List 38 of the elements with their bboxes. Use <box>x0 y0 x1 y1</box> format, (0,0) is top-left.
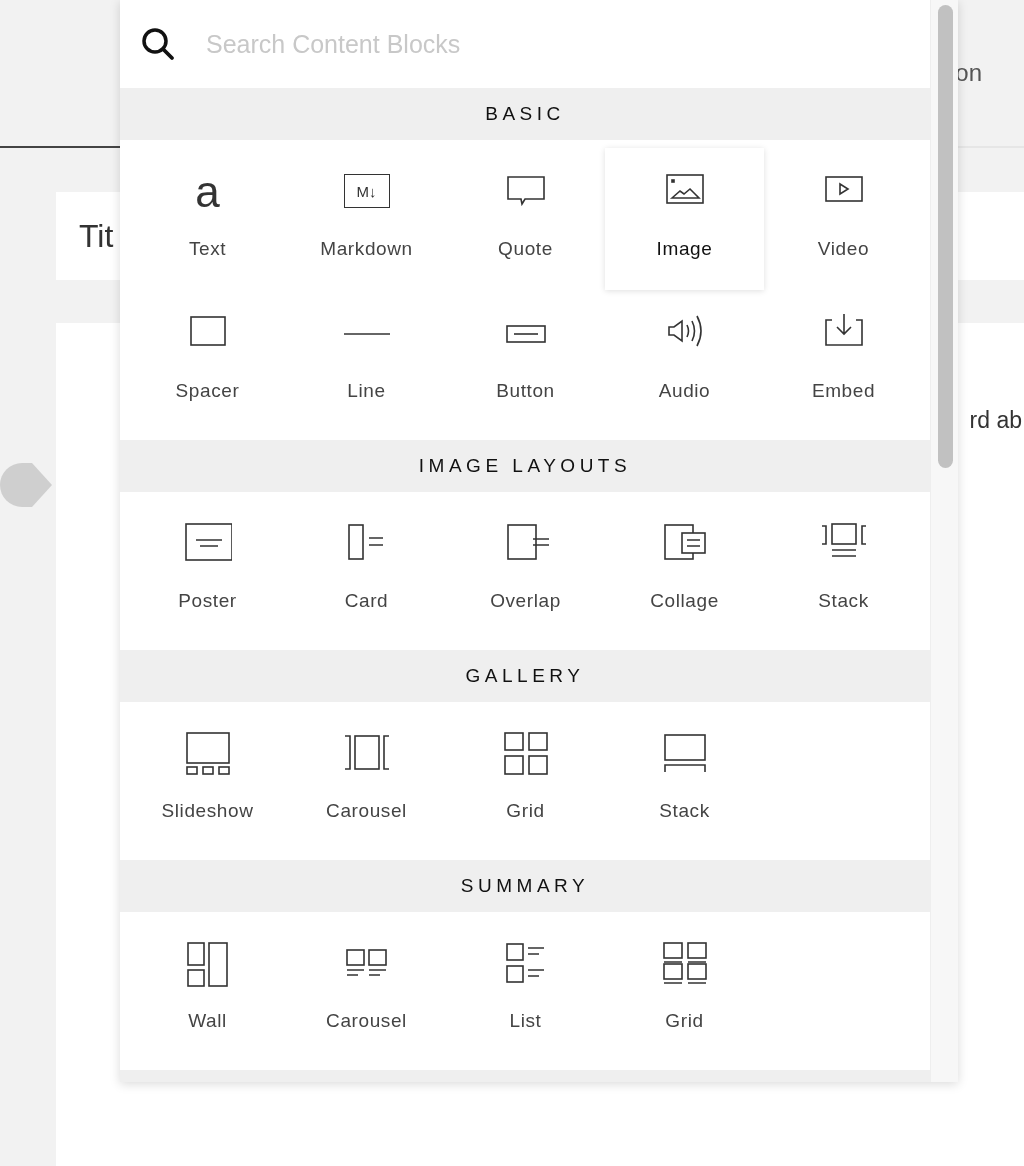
grid-icon <box>501 730 550 778</box>
block-option[interactable]: Stack <box>605 710 764 852</box>
section-title: IMAGE LAYOUTS <box>418 455 632 477</box>
section-title: BASIC <box>485 103 565 125</box>
block-option[interactable]: M↓ Markdown <box>287 148 446 290</box>
block-option[interactable]: Collage <box>605 500 764 642</box>
letter-icon: a <box>195 168 220 216</box>
block-option[interactable]: Overlap <box>446 500 605 642</box>
title-text: Tit <box>79 217 114 255</box>
block-option[interactable]: Stack <box>764 500 923 642</box>
block-option[interactable]: Button <box>446 290 605 432</box>
slideshow-icon <box>183 730 232 778</box>
scrollbar-thumb[interactable] <box>938 5 953 468</box>
block-option[interactable]: Quote <box>446 148 605 290</box>
block-option[interactable]: Audio <box>605 290 764 432</box>
body-text: rd ab <box>969 407 1022 435</box>
block-option[interactable]: Spacer <box>128 290 287 432</box>
block-option[interactable]: Carousel <box>287 920 446 1062</box>
block-option[interactable]: Image <box>605 148 764 290</box>
block-option[interactable]: Line <box>287 290 446 432</box>
section-title: SUMMARY <box>460 875 590 897</box>
block-option[interactable]: Card <box>287 500 446 642</box>
block-option[interactable]: Poster <box>128 500 287 642</box>
block-option[interactable]: Video <box>764 148 923 290</box>
block-option[interactable]: List <box>446 920 605 1062</box>
search-icon <box>140 26 176 62</box>
block-option[interactable]: Embed <box>764 290 923 432</box>
block-option[interactable]: a Text <box>128 148 287 290</box>
block-option[interactable]: Wall <box>128 920 287 1062</box>
block-option[interactable]: Grid <box>446 710 605 852</box>
scrollbar[interactable] <box>930 0 958 1082</box>
block-option[interactable]: Carousel <box>287 710 446 852</box>
block-option[interactable]: Grid <box>605 920 764 1062</box>
line-icon <box>342 332 391 336</box>
block-option[interactable]: Slideshow <box>128 710 287 852</box>
markdown-icon: M↓ <box>343 174 390 208</box>
section-title: GALLERY <box>465 665 585 687</box>
drag-handle[interactable] <box>0 462 54 508</box>
